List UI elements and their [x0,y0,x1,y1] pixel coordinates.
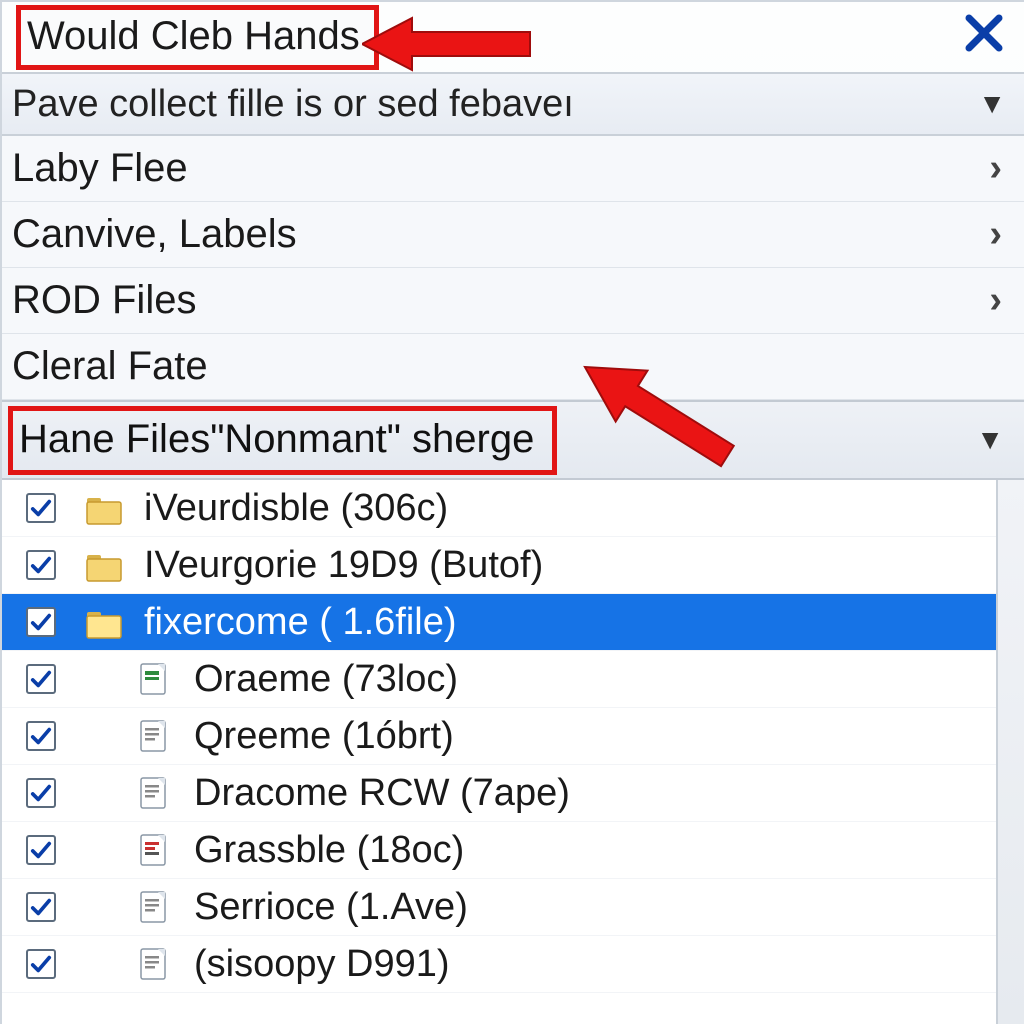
nav-item-label: Canvive, Labels [12,212,297,257]
nav-item-label: Laby Flee [12,146,188,191]
document-icon [134,773,174,813]
list-item-label: IVeurgorie 19D9 (Butof) [144,544,543,587]
document-icon [134,887,174,927]
annotation-arrow-icon [572,342,742,482]
folder-icon [84,602,124,642]
section-title: Hane Files"Nonmant" sherge [8,406,557,475]
document-icon [134,830,174,870]
section-header[interactable]: Hane Files"Nonmant" sherge ▼ [2,400,1024,480]
list-item[interactable]: Dracome RCW (7ape) [2,765,996,822]
checkbox[interactable] [26,607,56,637]
document-icon [134,944,174,984]
checkbox[interactable] [26,550,56,580]
list-item-label: Serrioce (1.Ave) [194,886,468,929]
nav-item[interactable]: Cleral Fate [2,334,1024,400]
window: Would Cleb Hands Pave collect fille is o… [0,0,1024,1024]
folder-icon [84,545,124,585]
list-item[interactable]: Serrioce (1.Ave) [2,879,996,936]
checkbox[interactable] [26,949,56,979]
list-item-label: (sisoopy D991) [194,943,450,986]
nav-item[interactable]: Canvive, Labels › [2,202,1024,268]
close-button[interactable] [964,10,1010,65]
chevron-right-icon: › [989,147,1002,190]
chevron-right-icon: › [989,279,1002,322]
list-item[interactable]: Qreeme (1óbrt) [2,708,996,765]
checkbox[interactable] [26,664,56,694]
list-item[interactable]: IVeurgorie 19D9 (Butof) [2,537,996,594]
document-icon [134,659,174,699]
list-item-label: Qreeme (1óbrt) [194,715,454,758]
list-item-label: Grassble (18oc) [194,829,464,872]
filter-dropdown[interactable]: Pave collect fille is or sed febaveı ▼ [2,72,1024,136]
nav-item[interactable]: ROD Files › [2,268,1024,334]
list-item-label: Oraeme (73loc) [194,658,458,701]
chevron-down-icon: ▼ [976,424,1004,456]
filter-dropdown-label: Pave collect fille is or sed febaveı [12,83,574,126]
nav-list: Laby Flee › Canvive, Labels › ROD Files › Cler… [2,136,1024,400]
chevron-right-icon: › [989,213,1002,256]
title-bar: Would Cleb Hands [2,2,1024,72]
close-icon [964,13,1004,53]
file-list: iVeurdisble (306c) IVeurgorie 19D9 (Butof… [2,480,996,1024]
checkbox[interactable] [26,835,56,865]
folder-icon [84,488,124,528]
chevron-down-icon: ▼ [978,88,1006,120]
list-item[interactable]: (sisoopy D991) [2,936,996,993]
checkbox[interactable] [26,892,56,922]
nav-item-label: ROD Files [12,278,196,323]
nav-item-label: Cleral Fate [12,344,208,389]
checkbox[interactable] [26,493,56,523]
scrollbar[interactable] [996,480,1024,1024]
annotation-arrow-icon [362,14,532,74]
list-item[interactable]: Grassble (18oc) [2,822,996,879]
list-item-label: fixercome ( 1.6file) [144,601,457,644]
checkbox[interactable] [26,778,56,808]
window-title: Would Cleb Hands [16,5,379,70]
list-item[interactable]: fixercome ( 1.6file) [2,594,996,651]
file-list-container: iVeurdisble (306c) IVeurgorie 19D9 (Butof… [2,480,1024,1024]
list-item-label: iVeurdisble (306c) [144,487,448,530]
document-icon [134,716,174,756]
list-item-label: Dracome RCW (7ape) [194,772,570,815]
list-item[interactable]: Oraeme (73loc) [2,651,996,708]
checkbox[interactable] [26,721,56,751]
nav-item[interactable]: Laby Flee › [2,136,1024,202]
list-item[interactable]: iVeurdisble (306c) [2,480,996,537]
